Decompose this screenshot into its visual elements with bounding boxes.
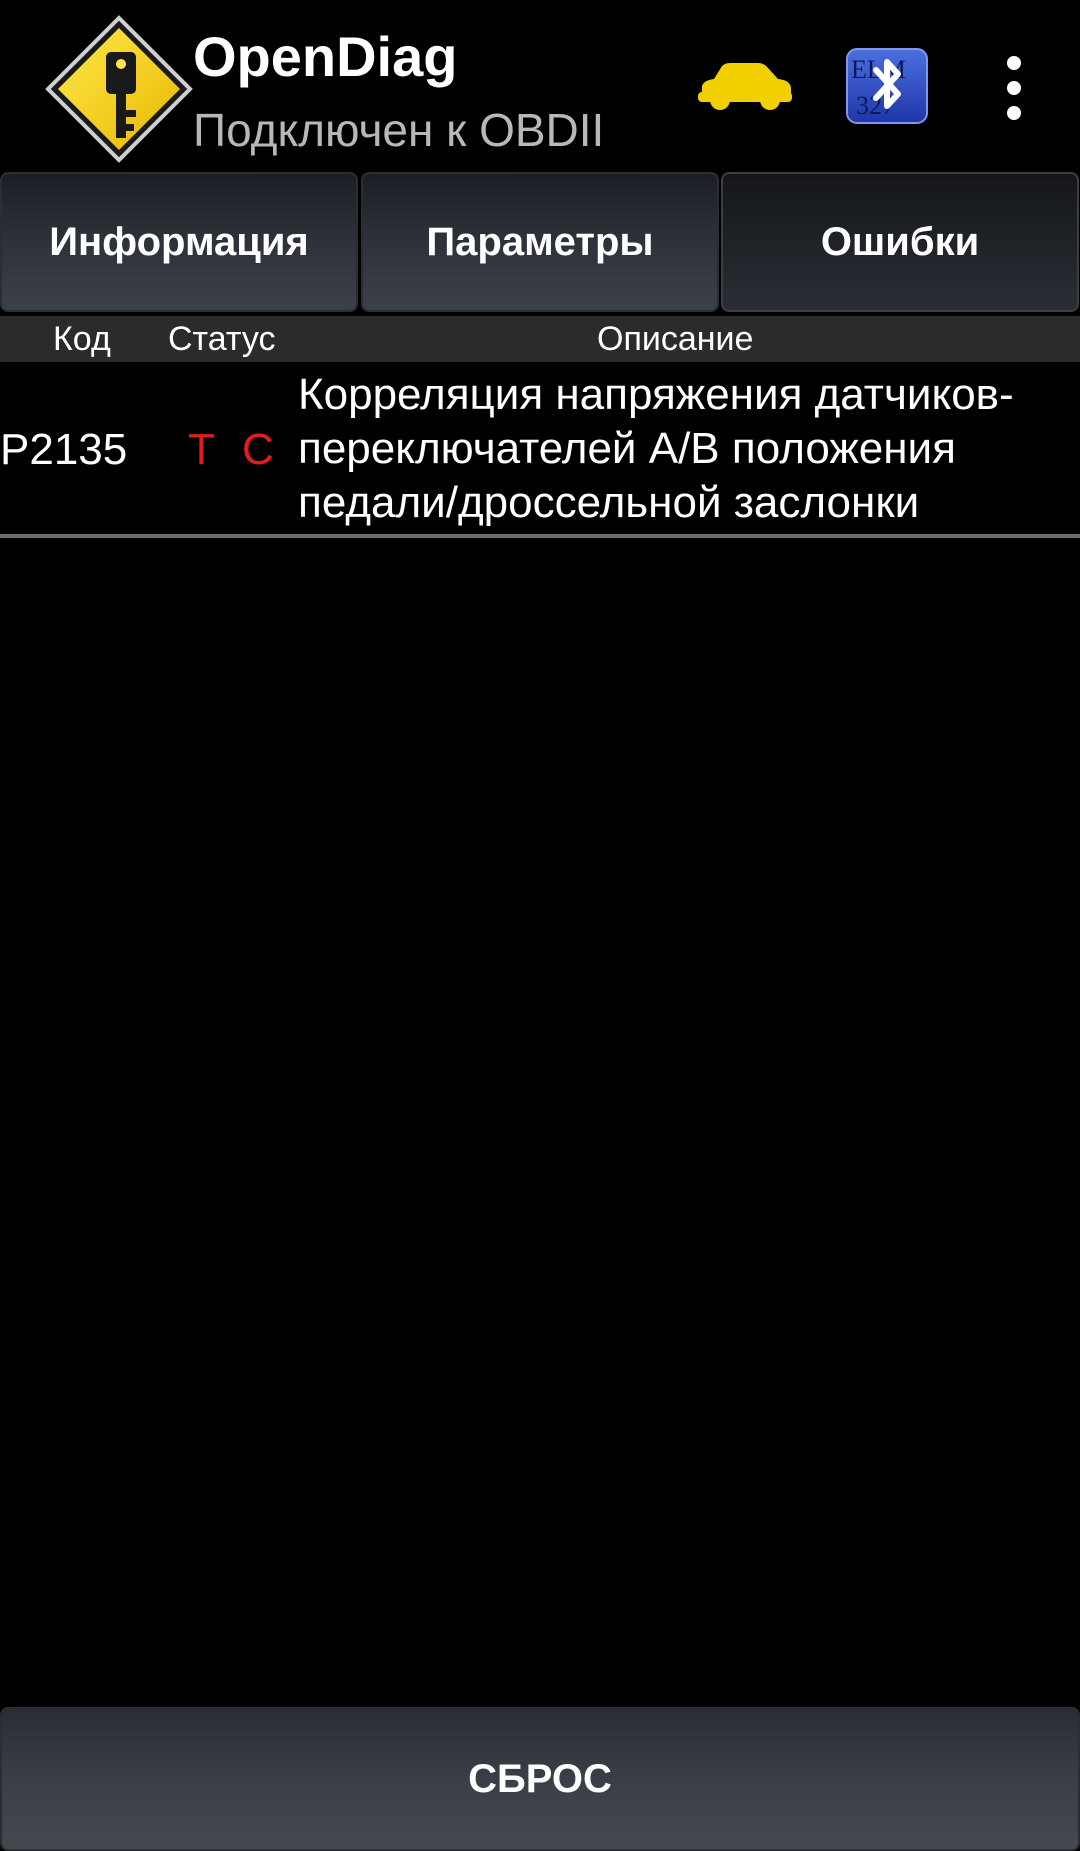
- row-divider: [0, 534, 1080, 538]
- error-description: Корреляция напряжения датчиков- переключ…: [298, 370, 1014, 527]
- elm327-bluetooth-icon[interactable]: ELM 327: [846, 48, 928, 124]
- car-icon[interactable]: [694, 60, 794, 114]
- overflow-menu-icon[interactable]: [990, 56, 1038, 120]
- tab-bar: Информация Параметры Ошибки: [0, 172, 1080, 314]
- table-header: Код Статус Описание: [0, 316, 1080, 362]
- column-header-description: Описание: [597, 320, 754, 358]
- reset-button[interactable]: СБРОС: [0, 1707, 1080, 1851]
- error-code: P2135: [0, 425, 128, 474]
- tab-errors[interactable]: Ошибки: [721, 172, 1079, 312]
- status-flag-test: T: [188, 425, 215, 474]
- column-header-code: Код: [53, 320, 111, 358]
- tab-information[interactable]: Информация: [0, 172, 358, 312]
- key-warning-sign-icon[interactable]: [44, 14, 194, 164]
- connection-status: Подключен к OBDII: [193, 104, 605, 156]
- column-header-status: Статус: [168, 320, 276, 358]
- table-row[interactable]: P2135 T C Корреляция напряжения датчиков…: [0, 364, 1080, 534]
- app-bar: OpenDiag Подключен к OBDII ELM 327: [0, 0, 1080, 170]
- app-title: OpenDiag: [193, 25, 458, 88]
- tab-parameters[interactable]: Параметры: [361, 172, 719, 312]
- status-flag-confirmed: C: [242, 425, 274, 474]
